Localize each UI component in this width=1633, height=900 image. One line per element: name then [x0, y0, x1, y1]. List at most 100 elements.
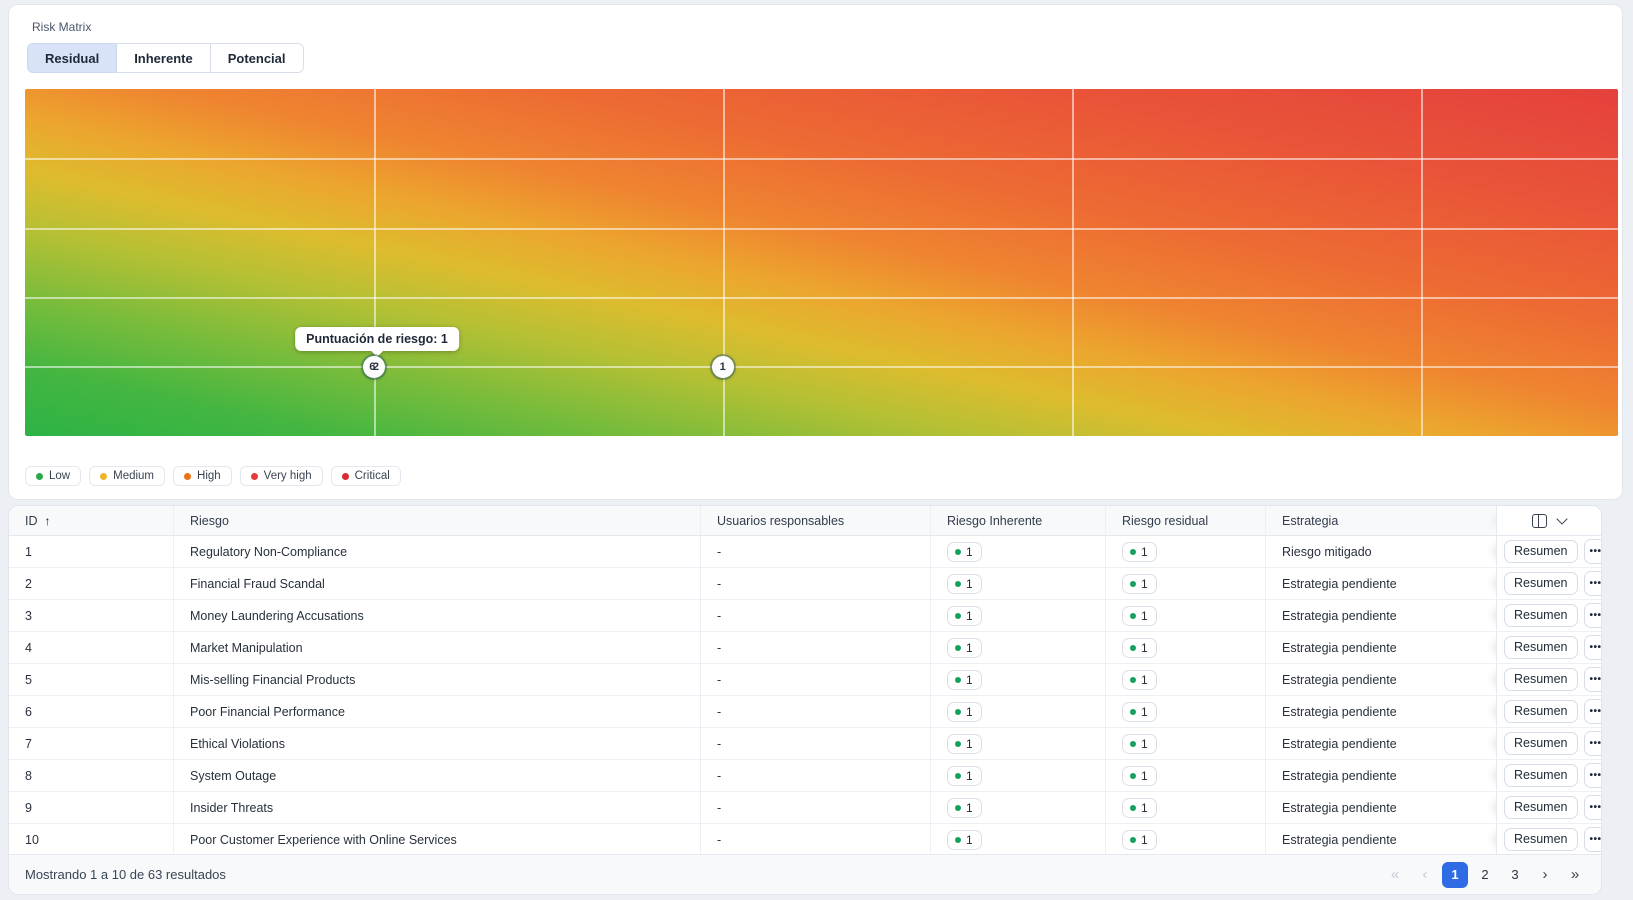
row-more-button[interactable]: •••	[1584, 667, 1603, 692]
tab-potencial[interactable]: Potencial	[210, 43, 304, 73]
table-row: 1Regulatory Non-Compliance-11Riesgo miti…	[9, 536, 1601, 568]
page-button-2[interactable]: 2	[1472, 862, 1498, 888]
legend-item-low[interactable]: Low	[25, 466, 81, 486]
risk-point-marker[interactable]: 62	[363, 356, 385, 378]
row-more-button[interactable]: •••	[1584, 795, 1603, 820]
cell-inherente: 1	[931, 824, 1106, 855]
column-header-id[interactable]: ID ↑	[9, 506, 174, 535]
cell-actions: Resumen •••	[1496, 664, 1601, 695]
row-more-button[interactable]: •••	[1584, 571, 1603, 596]
table-footer: Mostrando 1 a 10 de 63 resultados «‹123›…	[9, 854, 1601, 894]
risk-level-badge: 1	[947, 798, 982, 818]
cell-inherente: 1	[931, 600, 1106, 631]
row-more-button[interactable]: •••	[1584, 731, 1603, 756]
legend-item-medium[interactable]: Medium	[89, 466, 165, 486]
cell-actions: Resumen •••	[1496, 728, 1601, 759]
badge-dot	[955, 773, 961, 779]
cell-inherente: 1	[931, 728, 1106, 759]
chevron-down-icon[interactable]	[1556, 513, 1567, 524]
cell-residual: 1	[1106, 632, 1266, 663]
tab-residual[interactable]: Residual	[27, 43, 117, 73]
cell-estrategia: Estrategia pendiente	[1266, 664, 1496, 695]
legend-item-high[interactable]: High	[173, 466, 232, 486]
table-row: 5Mis-selling Financial Products-11Estrat…	[9, 664, 1601, 696]
table-row: 2Financial Fraud Scandal-11Estrategia pe…	[9, 568, 1601, 600]
badge-value: 1	[1141, 801, 1148, 815]
row-more-button[interactable]: •••	[1584, 539, 1603, 564]
cell-residual: 1	[1106, 600, 1266, 631]
badge-dot	[1130, 613, 1136, 619]
first-page-button[interactable]: «	[1382, 862, 1408, 888]
cell-inherente: 1	[931, 568, 1106, 599]
risk-level-badge: 1	[1122, 702, 1157, 722]
cell-usuarios: -	[701, 632, 931, 663]
cell-estrategia: Estrategia pendiente	[1266, 728, 1496, 759]
cell-estrategia: Estrategia pendiente	[1266, 568, 1496, 599]
cell-usuarios: -	[701, 696, 931, 727]
cell-inherente: 1	[931, 696, 1106, 727]
results-summary: Mostrando 1 a 10 de 63 resultados	[25, 867, 226, 882]
cell-id: 8	[9, 760, 174, 791]
badge-dot	[955, 709, 961, 715]
badge-value: 1	[966, 545, 973, 559]
cell-residual: 1	[1106, 696, 1266, 727]
resumen-button[interactable]: Resumen	[1504, 604, 1578, 627]
cell-usuarios: -	[701, 600, 931, 631]
cell-usuarios: -	[701, 728, 931, 759]
resumen-button[interactable]: Resumen	[1504, 700, 1578, 723]
matrix-tab-group: Residual Inherente Potencial	[27, 43, 304, 73]
row-more-button[interactable]: •••	[1584, 603, 1603, 628]
cell-inherente: 1	[931, 760, 1106, 791]
cell-usuarios: -	[701, 536, 931, 567]
cell-id: 3	[9, 600, 174, 631]
resumen-button[interactable]: Resumen	[1504, 764, 1578, 787]
table-body: 1Regulatory Non-Compliance-11Riesgo miti…	[9, 536, 1601, 856]
risk-heatmap[interactable]: Puntuación de riesgo: 1 621	[25, 89, 1618, 436]
row-more-button[interactable]: •••	[1584, 827, 1603, 852]
resumen-button[interactable]: Resumen	[1504, 668, 1578, 691]
resumen-button[interactable]: Resumen	[1504, 540, 1578, 563]
badge-value: 1	[966, 705, 973, 719]
risk-level-badge: 1	[1122, 670, 1157, 690]
badge-value: 1	[1141, 833, 1148, 847]
badge-value: 1	[966, 673, 973, 687]
risk-point-marker[interactable]: 1	[712, 356, 734, 378]
risk-level-badge: 1	[1122, 574, 1157, 594]
risk-level-badge: 1	[1122, 606, 1157, 626]
cell-actions: Resumen •••	[1496, 600, 1601, 631]
legend-item-very-high[interactable]: Very high	[240, 466, 323, 486]
cell-residual: 1	[1106, 824, 1266, 855]
grid-hline	[25, 366, 1618, 368]
cell-riesgo: Ethical Violations	[174, 728, 701, 759]
cell-inherente: 1	[931, 632, 1106, 663]
legend-item-critical[interactable]: Critical	[331, 466, 401, 486]
resumen-button[interactable]: Resumen	[1504, 796, 1578, 819]
previous-page-button[interactable]: ‹	[1412, 862, 1438, 888]
resumen-button[interactable]: Resumen	[1504, 732, 1578, 755]
badge-value: 1	[1141, 609, 1148, 623]
cell-residual: 1	[1106, 760, 1266, 791]
next-page-button[interactable]: ›	[1532, 862, 1558, 888]
table-row: 4Market Manipulation-11Estrategia pendie…	[9, 632, 1601, 664]
cell-usuarios: -	[701, 760, 931, 791]
resumen-button[interactable]: Resumen	[1504, 636, 1578, 659]
last-page-button[interactable]: »	[1562, 862, 1588, 888]
cell-residual: 1	[1106, 664, 1266, 695]
columns-settings-icon[interactable]	[1532, 514, 1547, 528]
resumen-button[interactable]: Resumen	[1504, 572, 1578, 595]
row-more-button[interactable]: •••	[1584, 763, 1603, 788]
page-button-3[interactable]: 3	[1502, 862, 1528, 888]
badge-value: 1	[1141, 545, 1148, 559]
sort-asc-icon[interactable]: ↑	[45, 514, 51, 528]
resumen-button[interactable]: Resumen	[1504, 828, 1578, 851]
page-button-1[interactable]: 1	[1442, 862, 1468, 888]
row-more-button[interactable]: •••	[1584, 699, 1603, 724]
row-more-button[interactable]: •••	[1584, 635, 1603, 660]
column-header-residual: Riesgo residual	[1106, 506, 1266, 535]
grid-hline	[25, 297, 1618, 299]
tab-inherente[interactable]: Inherente	[116, 43, 211, 73]
badge-dot	[955, 741, 961, 747]
cell-inherente: 1	[931, 792, 1106, 823]
table-row: 10Poor Customer Experience with Online S…	[9, 824, 1601, 856]
grid-vline	[1072, 89, 1074, 436]
